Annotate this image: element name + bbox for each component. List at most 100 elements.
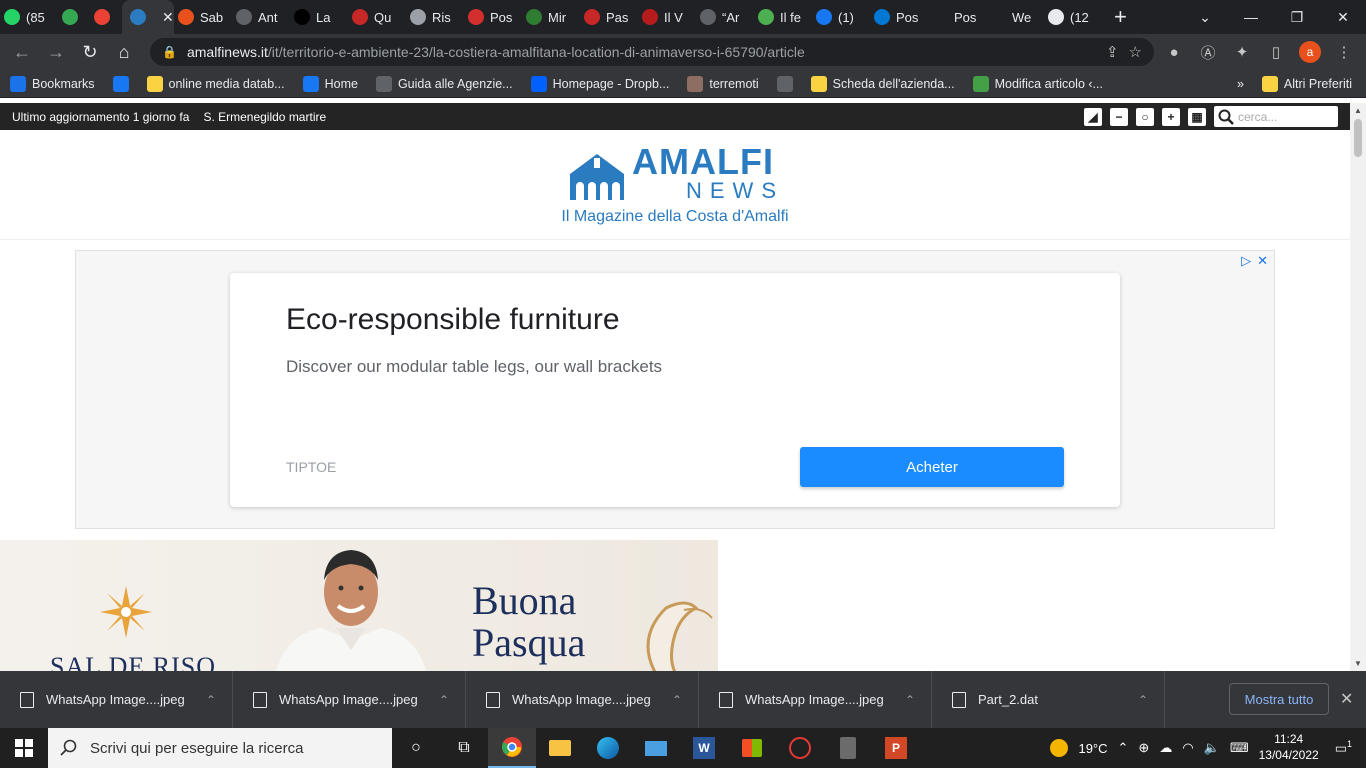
url-text[interactable]: amalfinews.it/it/territorio-e-ambiente-2… <box>187 44 1096 60</box>
bookmark-item[interactable] <box>112 75 129 92</box>
device-icon[interactable]: ⊕ <box>1138 740 1149 756</box>
bookmark-item[interactable]: Homepage - Dropb... <box>530 75 669 92</box>
taskbar-search[interactable]: Scrivi qui per eseguire la ricerca <box>48 728 392 768</box>
download-item[interactable]: WhatsApp Image....jpeg ⌃ <box>466 671 699 728</box>
antivirus-icon[interactable] <box>776 728 824 768</box>
ad-choices[interactable]: ▷ ✕ <box>1241 253 1268 269</box>
minimize-button[interactable]: — <box>1228 9 1274 25</box>
site-search[interactable] <box>1214 106 1338 127</box>
browser-tab[interactable]: Qu <box>348 0 406 34</box>
bookmark-item[interactable]: terremoti <box>687 75 759 92</box>
zoom-in-icon[interactable]: + <box>1162 107 1180 126</box>
calculator-icon[interactable] <box>824 728 872 768</box>
download-item[interactable]: WhatsApp Image....jpeg ⌃ <box>0 671 233 728</box>
edge-icon[interactable] <box>584 728 632 768</box>
show-all-downloads-button[interactable]: Mostra tutto <box>1229 683 1329 715</box>
adchoices-play-icon[interactable]: ▷ <box>1241 253 1251 269</box>
browser-tab[interactable]: Pas <box>580 0 638 34</box>
reload-button[interactable]: ↻ <box>76 38 104 66</box>
browser-tab[interactable]: “Ar <box>696 0 754 34</box>
browser-tab[interactable]: Ant <box>232 0 290 34</box>
close-tab-icon[interactable]: ✕ <box>162 9 174 26</box>
side-panel-icon[interactable]: ▯ <box>1262 38 1290 66</box>
tab-search-icon[interactable]: ⌄ <box>1182 9 1228 26</box>
cortana-icon[interactable]: ○ <box>392 728 440 768</box>
browser-tab[interactable]: (1) <box>812 0 870 34</box>
restore-button[interactable]: ❐ <box>1274 9 1320 26</box>
extension-icon[interactable]: ● <box>1160 38 1188 66</box>
rss-icon[interactable]: ◢ <box>1084 107 1102 126</box>
file-explorer-icon[interactable] <box>536 728 584 768</box>
browser-tab[interactable]: (12 <box>1044 0 1102 34</box>
powerpoint-icon[interactable]: P <box>872 728 920 768</box>
browser-tab[interactable]: Sab <box>174 0 232 34</box>
clock[interactable]: 11:24 13/04/2022 <box>1259 732 1319 763</box>
back-button[interactable]: ← <box>8 38 36 66</box>
browser-tab[interactable]: Il V <box>638 0 696 34</box>
ad-close-icon[interactable]: ✕ <box>1257 253 1268 269</box>
bookmark-item[interactable]: Modifica articolo ‹... <box>972 75 1103 92</box>
notification-center-icon[interactable]: ▭1 <box>1329 739 1358 756</box>
ad-cta-button[interactable]: Acheter <box>800 447 1064 487</box>
bookmark-item[interactable] <box>776 75 793 92</box>
close-shelf-icon[interactable]: ✕ <box>1340 689 1353 709</box>
browser-tab[interactable]: Il fe <box>754 0 812 34</box>
page-scrollbar[interactable]: ▲ ▼ <box>1350 103 1366 671</box>
mail-icon[interactable] <box>632 728 680 768</box>
chrome-taskbar-icon[interactable] <box>488 728 536 768</box>
download-options-icon[interactable]: ⌃ <box>439 693 449 707</box>
browser-tab[interactable]: Pos <box>464 0 522 34</box>
chevron-up-icon[interactable]: ⌃ <box>1118 740 1129 756</box>
bookmark-item[interactable]: Scheda dell'azienda... <box>810 75 955 92</box>
browser-tab[interactable]: We <box>986 0 1044 34</box>
browser-tab[interactable]: (85 <box>0 0 58 34</box>
wifi-icon[interactable]: ◠ <box>1182 740 1193 756</box>
bookmark-item[interactable]: online media datab... <box>146 75 285 92</box>
browser-tab[interactable]: Pos <box>870 0 928 34</box>
download-item[interactable]: Part_2.dat ⌃ <box>932 671 1165 728</box>
temperature-text[interactable]: 19°C <box>1078 741 1107 756</box>
extensions-puzzle-icon[interactable]: ✦ <box>1228 38 1256 66</box>
forward-button[interactable]: → <box>42 38 70 66</box>
ad-card[interactable]: Eco-responsible furniture Discover our m… <box>230 273 1120 507</box>
bookmark-star-icon[interactable]: ☆ <box>1129 43 1142 61</box>
cloud-error-icon[interactable]: ☁ <box>1159 740 1172 756</box>
calendar-icon[interactable]: ▦ <box>1188 107 1206 126</box>
download-options-icon[interactable]: ⌃ <box>1138 693 1148 707</box>
download-options-icon[interactable]: ⌃ <box>206 693 216 707</box>
volume-icon[interactable]: 🔈 <box>1204 740 1220 756</box>
new-tab-button[interactable]: + <box>1114 4 1127 30</box>
download-options-icon[interactable]: ⌃ <box>905 693 915 707</box>
profile-button[interactable]: a <box>1296 38 1324 66</box>
bookmark-item[interactable]: Home <box>302 75 358 92</box>
browser-tab[interactable] <box>58 0 90 34</box>
download-item[interactable]: WhatsApp Image....jpeg ⌃ <box>699 671 932 728</box>
ad-title[interactable]: Eco-responsible furniture <box>286 303 620 337</box>
task-view-icon[interactable]: ⧉ <box>440 728 488 768</box>
close-window-button[interactable]: ✕ <box>1320 9 1366 26</box>
lock-icon[interactable]: 🔒 <box>162 45 177 59</box>
word-icon[interactable]: W <box>680 728 728 768</box>
scrollbar-thumb[interactable] <box>1354 119 1362 157</box>
menu-kebab-icon[interactable]: ⋮ <box>1330 38 1358 66</box>
share-icon[interactable]: ⇪ <box>1106 43 1119 61</box>
home-button[interactable]: ⌂ <box>110 38 138 66</box>
zoom-out-icon[interactable]: − <box>1110 107 1128 126</box>
browser-tab[interactable] <box>90 0 122 34</box>
scroll-up-icon[interactable]: ▲ <box>1354 106 1362 115</box>
store-icon[interactable] <box>728 728 776 768</box>
download-options-icon[interactable]: ⌃ <box>672 693 682 707</box>
other-bookmarks-folder[interactable]: Altri Preferiti <box>1261 75 1352 92</box>
amalfi-news-logo[interactable]: AMALFI NEWS <box>566 143 784 202</box>
browser-tab[interactable]: Pos <box>928 0 986 34</box>
browser-tab[interactable]: Ris <box>406 0 464 34</box>
bookmark-item[interactable]: Bookmarks <box>10 75 95 92</box>
bookmark-item[interactable]: Guida alle Agenzie... <box>375 75 513 92</box>
weather-sun-icon[interactable] <box>1050 739 1069 757</box>
browser-tab[interactable]: ✕ <box>122 0 174 34</box>
bookmarks-more-button[interactable]: » <box>1237 77 1244 91</box>
download-item[interactable]: WhatsApp Image....jpeg ⌃ <box>233 671 466 728</box>
browser-tab[interactable]: Mir <box>522 0 580 34</box>
scroll-down-icon[interactable]: ▼ <box>1354 659 1362 668</box>
start-button[interactable] <box>0 728 48 768</box>
